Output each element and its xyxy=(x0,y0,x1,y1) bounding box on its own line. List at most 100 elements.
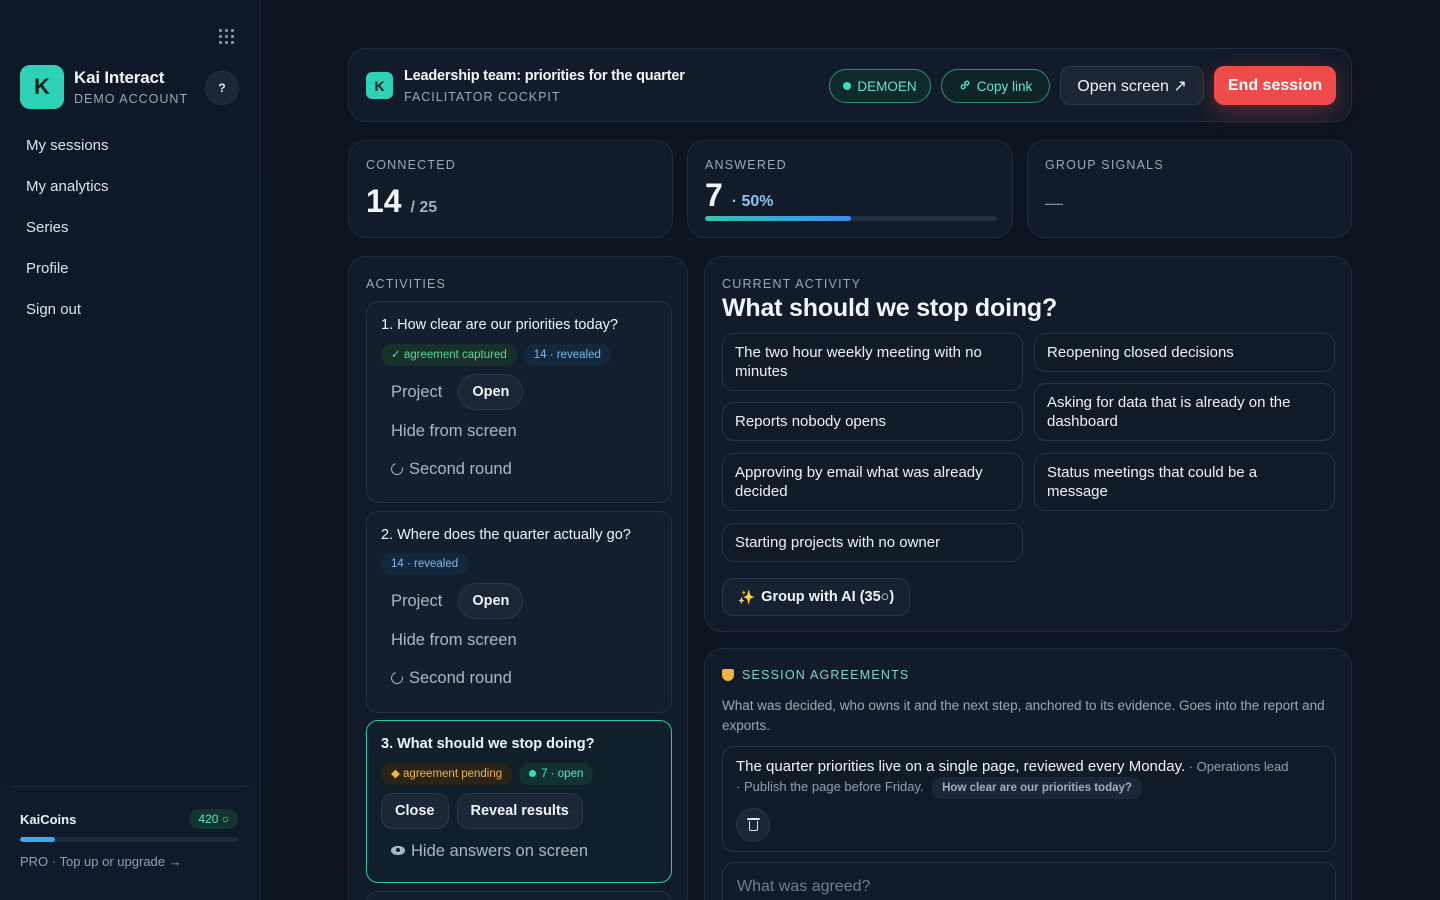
kaicoins-balance-badge: 420 ○ xyxy=(189,809,238,829)
delete-agreement-button[interactable] xyxy=(736,808,770,842)
session-code-button[interactable]: DEMOEN xyxy=(829,69,931,103)
hide-from-screen-button[interactable]: Hide from screen xyxy=(391,422,517,441)
hide-answers-button[interactable]: Hide answers on screen xyxy=(391,842,588,861)
activity-title: 1. How clear are our priorities today? xyxy=(381,317,618,333)
second-round-button[interactable]: Second round xyxy=(388,669,512,688)
kaicoins-progress-bar xyxy=(20,837,238,842)
session-code-label: DEMOEN xyxy=(857,78,917,94)
eye-icon xyxy=(391,846,405,855)
group-signals-value: — xyxy=(1045,193,1063,213)
close-button[interactable]: Close xyxy=(381,793,449,829)
connected-label: CONNECTED xyxy=(366,158,456,172)
copy-link-label: Copy link xyxy=(976,78,1033,94)
sparkles-icon: ✨ xyxy=(737,588,756,605)
current-activity-title: What should we stop doing? xyxy=(722,294,1058,322)
kaicoins-progress-fill xyxy=(20,837,55,842)
group-with-ai-label: Group with AI (35○) xyxy=(761,589,895,605)
agreement-status-badge: ◆ agreement pending xyxy=(381,763,513,785)
agreement-evidence-tag[interactable]: How clear are our priorities today? xyxy=(932,777,1142,799)
answer-card[interactable]: Asking for data that is already on the d… xyxy=(1034,383,1335,441)
hide-from-screen-button[interactable]: Hide from screen xyxy=(391,631,517,650)
session-subtitle: FACILITATOR COCKPIT xyxy=(404,90,561,104)
answered-count: 7 xyxy=(705,177,723,213)
answered-value: 7 · 50% xyxy=(705,177,773,214)
activity-card-1[interactable]: 1. How clear are our priorities today? ✓… xyxy=(366,301,672,503)
second-round-button[interactable]: Second round xyxy=(388,460,512,479)
sidebar: K Kai Interact DEMO ACCOUNT ? My session… xyxy=(0,0,261,900)
header-logo: K xyxy=(366,72,393,99)
activity-card-3-active[interactable]: 3. What should we stop doing? ◆ agreemen… xyxy=(366,720,672,883)
session-agreements-description: What was decided, who owns it and the ne… xyxy=(722,698,1325,733)
connected-stat-card: CONNECTED 14 / 25 xyxy=(348,140,673,238)
activity-title: 2. Where does the quarter actually go? xyxy=(381,527,631,543)
open-screen-button[interactable]: Open screen ↗ xyxy=(1060,66,1204,105)
responses-badge-label: 7 · open xyxy=(541,768,584,780)
group-signals-card: GROUP SIGNALS — xyxy=(1027,140,1352,238)
session-agreements-panel: SESSION AGREEMENTS What was decided, who… xyxy=(704,648,1352,900)
answered-label: ANSWERED xyxy=(705,158,787,172)
open-button[interactable]: Open xyxy=(458,374,524,410)
copy-link-button[interactable]: Copy link xyxy=(941,69,1050,103)
agreement-item: The quarter priorities live on a single … xyxy=(722,746,1336,852)
open-button[interactable]: Open xyxy=(458,583,524,619)
help-button[interactable]: ? xyxy=(205,71,239,105)
sidebar-nav: My sessions My analytics Series Profile … xyxy=(26,136,109,341)
sidebar-item-my-analytics[interactable]: My analytics xyxy=(26,177,109,218)
brand: K Kai Interact DEMO ACCOUNT xyxy=(20,65,188,109)
reveal-results-button[interactable]: Reveal results xyxy=(456,793,583,829)
answer-card[interactable]: Status meetings that could be a message xyxy=(1034,453,1335,511)
brand-name: Kai Interact xyxy=(74,68,165,87)
activity-card-4[interactable] xyxy=(366,891,672,900)
sidebar-item-profile[interactable]: Profile xyxy=(26,259,109,300)
apps-grid-icon[interactable] xyxy=(219,29,235,45)
connected-count: 14 xyxy=(366,183,402,219)
sidebar-item-series[interactable]: Series xyxy=(26,218,109,259)
shield-icon xyxy=(722,669,734,681)
responses-badge: 14 · revealed xyxy=(381,553,469,575)
upgrade-link[interactable]: PRO · Top up or upgrade → xyxy=(20,854,238,869)
sidebar-item-sign-out[interactable]: Sign out xyxy=(26,300,109,341)
activity-title: 3. What should we stop doing? xyxy=(381,736,595,752)
responses-badge: 14 · revealed xyxy=(523,344,611,366)
project-button[interactable]: Project xyxy=(391,592,442,611)
kaicoins-panel: KaiCoins 420 ○ PRO · Top up or upgrade → xyxy=(12,786,246,869)
responses-badge: 7 · open xyxy=(519,763,594,785)
session-agreements-label: SESSION AGREEMENTS xyxy=(742,668,910,682)
session-header: K Leadership team: priorities for the qu… xyxy=(348,48,1352,122)
open-dot-icon xyxy=(529,770,537,777)
connected-value: 14 / 25 xyxy=(366,183,437,220)
agreement-owner: · Operations lead xyxy=(1185,759,1289,774)
agreement-input[interactable] xyxy=(722,862,1336,900)
project-button[interactable]: Project xyxy=(391,383,442,402)
group-with-ai-button[interactable]: ✨ Group with AI (35○) xyxy=(722,578,910,616)
connected-total: / 25 xyxy=(410,199,438,216)
live-dot-icon xyxy=(843,82,852,90)
link-icon xyxy=(959,79,971,94)
answer-card[interactable]: Reports nobody opens xyxy=(722,402,1023,441)
group-signals-label: GROUP SIGNALS xyxy=(1045,158,1164,172)
end-session-button[interactable]: End session xyxy=(1214,66,1336,105)
answer-card[interactable]: Reopening closed decisions xyxy=(1034,333,1335,372)
answer-card[interactable]: The two hour weekly meeting with no minu… xyxy=(722,333,1023,391)
agreement-next-step: · Publish the page before Friday. xyxy=(736,779,924,794)
activity-card-2[interactable]: 2. Where does the quarter actually go? 1… xyxy=(366,511,672,713)
answer-card[interactable]: Starting projects with no owner xyxy=(722,523,1023,562)
sidebar-item-my-sessions[interactable]: My sessions xyxy=(26,136,109,177)
refresh-icon xyxy=(388,460,406,478)
agreement-text: The quarter priorities live on a single … xyxy=(736,758,1186,775)
activities-label: ACTIVITIES xyxy=(366,277,447,291)
second-round-label: Second round xyxy=(409,460,512,478)
brand-logo: K xyxy=(20,65,64,109)
current-activity-label: CURRENT ACTIVITY xyxy=(722,277,862,291)
agreement-status-badge: ✓ agreement captured xyxy=(381,344,517,366)
activities-panel: ACTIVITIES 1. How clear are our prioriti… xyxy=(348,256,688,900)
answered-percent: · 50% xyxy=(731,193,774,210)
second-round-label: Second round xyxy=(409,669,512,687)
hide-answers-label: Hide answers on screen xyxy=(411,842,589,860)
refresh-icon xyxy=(388,669,406,687)
answer-card[interactable]: Approving by email what was already deci… xyxy=(722,453,1023,511)
kaicoins-title: KaiCoins xyxy=(20,811,77,827)
answered-progress-bar xyxy=(705,216,997,221)
answered-stat-card: ANSWERED 7 · 50% xyxy=(687,140,1013,238)
session-title: Leadership team: priorities for the quar… xyxy=(404,68,685,84)
